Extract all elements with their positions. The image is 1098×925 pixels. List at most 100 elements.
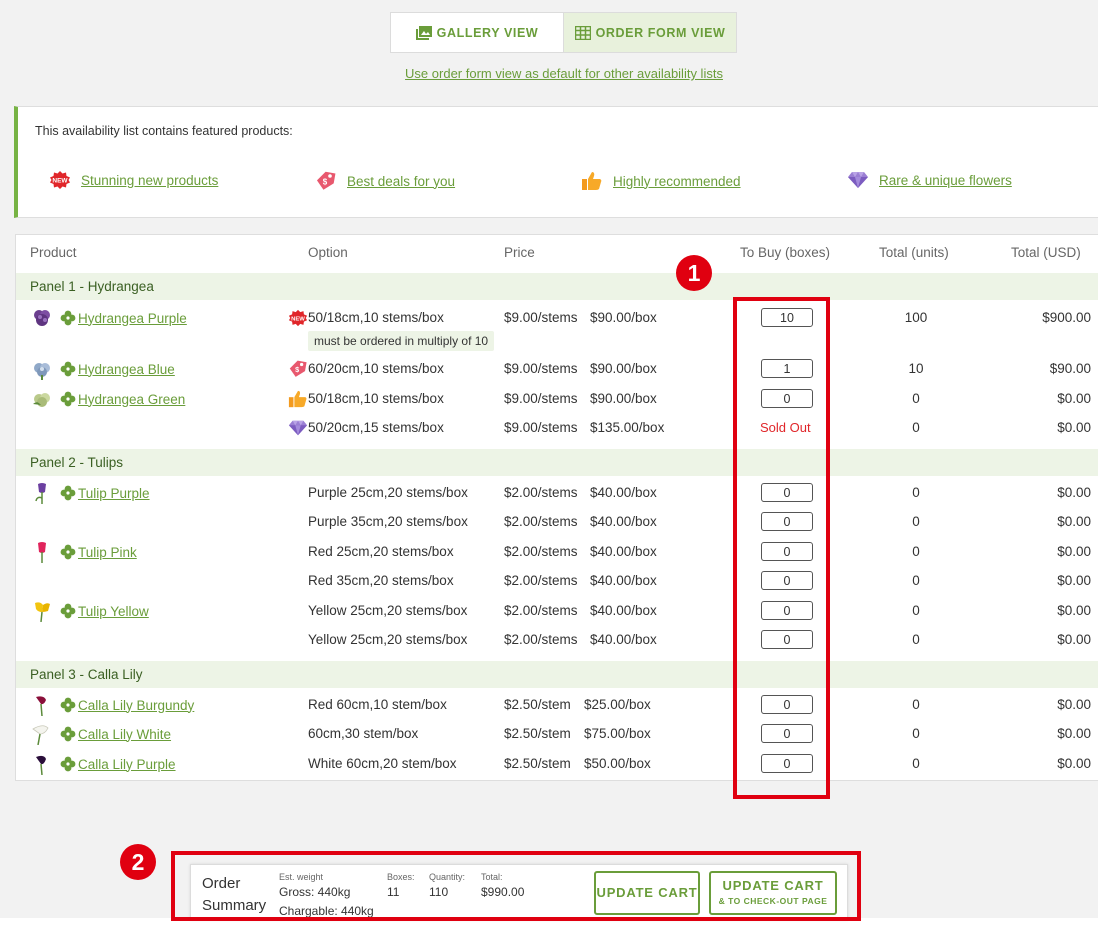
clover-icon [60, 485, 76, 501]
view-toggle: GALLERY VIEW ORDER FORM VIEW [390, 12, 737, 53]
featured-products-box: This availability list contains featured… [14, 106, 1098, 218]
hydrangea-purple-thumbnail [30, 306, 54, 330]
total-units-cell: 0 [912, 632, 920, 647]
table-row: Purple 35cm,20 stems/box $2.00/stems $40… [16, 509, 1098, 535]
panel-label: Panel 3 - Calla Lily [30, 667, 143, 682]
featured-recommended-label: Highly recommended [613, 173, 741, 189]
total-usd-cell: $0.00 [1057, 544, 1091, 559]
total-usd-cell: $0.00 [1057, 632, 1091, 647]
product-link[interactable]: Hydrangea Green [78, 392, 185, 407]
svg-text:$: $ [323, 178, 328, 187]
featured-new-label: Stunning new products [81, 172, 219, 188]
total-usd-cell: $0.00 [1057, 726, 1091, 741]
option-cell: Red 25cm,20 stems/box [308, 544, 454, 559]
table-row: Yellow 25cm,20 stems/box $2.00/stems $40… [16, 627, 1098, 653]
gallery-view-button[interactable]: GALLERY VIEW [391, 13, 563, 52]
order-form-view-button[interactable]: ORDER FORM VIEW [563, 13, 736, 52]
svg-text:NEW: NEW [52, 178, 68, 185]
option-cell: Yellow 25cm,20 stems/box [308, 603, 468, 618]
clover-icon [60, 756, 76, 772]
panel-row: Panel 2 - Tulips [16, 449, 1098, 476]
panel-label: Panel 2 - Tulips [30, 455, 124, 470]
total-usd-cell: $0.00 [1057, 603, 1091, 618]
box-price-cell: $90.00/box [590, 310, 657, 325]
box-price-cell: $40.00/box [590, 544, 657, 559]
box-price-cell: $25.00/box [584, 697, 651, 712]
product-link[interactable]: Tulip Pink [78, 545, 137, 560]
product-link[interactable]: Calla Lily White [78, 727, 171, 742]
option-cell: Purple 35cm,20 stems/box [308, 514, 468, 529]
featured-recommended-link[interactable]: Highly recommended [581, 171, 741, 191]
clover-icon [60, 726, 76, 742]
box-price-cell: $40.00/box [590, 632, 657, 647]
header-product: Product [30, 245, 77, 260]
box-price-cell: $135.00/box [590, 420, 665, 435]
box-price-cell: $75.00/box [584, 726, 651, 741]
total-units-cell: 0 [912, 391, 920, 406]
tulip-yellow-thumbnail [30, 599, 54, 623]
product-link[interactable]: Tulip Yellow [78, 604, 149, 619]
total-usd-cell: $0.00 [1057, 485, 1091, 500]
panel-row: Panel 1 - Hydrangea [16, 273, 1098, 300]
featured-deals-label: Best deals for you [347, 173, 456, 189]
gallery-icon [415, 25, 432, 40]
product-cell: Calla Lily Burgundy [30, 693, 194, 717]
option-cell: Yellow 25cm,20 stems/box [308, 632, 468, 647]
option-cell: White 60cm,20 stem/box [308, 756, 457, 771]
box-price-cell: $40.00/box [590, 603, 657, 618]
featured-rare-link[interactable]: Rare & unique flowers [847, 171, 1012, 189]
option-cell: 60/20cm,10 stems/box [308, 361, 444, 376]
product-link[interactable]: Hydrangea Blue [78, 362, 175, 377]
product-link[interactable]: Calla Lily Purple [78, 757, 176, 772]
table-icon [574, 25, 591, 40]
thumbs-up-icon [582, 172, 602, 190]
featured-deals-link[interactable]: $ Best deals for you [315, 171, 455, 191]
gallery-view-label: GALLERY VIEW [436, 25, 539, 40]
table-row: Hydrangea Green 50/18cm,10 stems/box $9.… [16, 386, 1098, 412]
table-row: Calla Lily Purple White 60cm,20 stem/box… [16, 751, 1098, 777]
product-link[interactable]: Tulip Purple [78, 486, 150, 501]
header-option: Option [308, 245, 348, 260]
total-units-cell: 0 [912, 726, 920, 741]
total-units-cell: 0 [912, 514, 920, 529]
tulip-purple-thumbnail [30, 481, 54, 505]
total-units-cell: 0 [912, 485, 920, 500]
product-cell: Hydrangea Blue [30, 357, 175, 381]
price-cell: $2.00/stems [504, 485, 578, 500]
product-cell: Hydrangea Green [30, 387, 185, 411]
total-usd-cell: $0.00 [1057, 573, 1091, 588]
price-cell: $2.50/stem [504, 726, 571, 741]
option-cell: Red 60cm,10 stem/box [308, 697, 447, 712]
total-units-cell: 0 [912, 573, 920, 588]
clover-icon [60, 391, 76, 407]
option-cell: 50/18cm,10 stems/box [308, 310, 444, 325]
default-view-link[interactable]: Use order form view as default for other… [0, 66, 1098, 81]
new-badge-icon: NEW [288, 309, 308, 327]
calla-white-thumbnail [30, 722, 54, 746]
product-link[interactable]: Calla Lily Burgundy [78, 698, 194, 713]
panel-row: Panel 3 - Calla Lily [16, 661, 1098, 688]
featured-new-link[interactable]: NEW Stunning new products [49, 171, 218, 189]
svg-text:NEW: NEW [291, 316, 305, 322]
total-usd-cell: $0.00 [1057, 514, 1091, 529]
hydrangea-green-thumbnail [30, 387, 54, 411]
clover-icon [60, 603, 76, 619]
diamond-icon [288, 420, 308, 436]
total-units-cell: 10 [908, 361, 924, 376]
table-row: Calla Lily Burgundy Red 60cm,10 stem/box… [16, 692, 1098, 718]
box-price-cell: $40.00/box [590, 514, 657, 529]
box-price-cell: $90.00/box [590, 361, 657, 376]
clover-icon [60, 697, 76, 713]
option-cell: 60cm,30 stem/box [308, 726, 419, 741]
annotation-marker-2: 2 [120, 844, 156, 880]
price-cell: $9.00/stems [504, 310, 578, 325]
clover-icon [60, 544, 76, 560]
product-link[interactable]: Hydrangea Purple [78, 311, 187, 326]
product-cell: Calla Lily Purple [30, 752, 176, 776]
total-units-cell: 0 [912, 544, 920, 559]
price-cell: $9.00/stems [504, 420, 578, 435]
table-row: Calla Lily White 60cm,30 stem/box $2.50/… [16, 721, 1098, 747]
price-cell: $2.00/stems [504, 544, 578, 559]
box-price-cell: $40.00/box [590, 485, 657, 500]
price-cell: $2.00/stems [504, 603, 578, 618]
